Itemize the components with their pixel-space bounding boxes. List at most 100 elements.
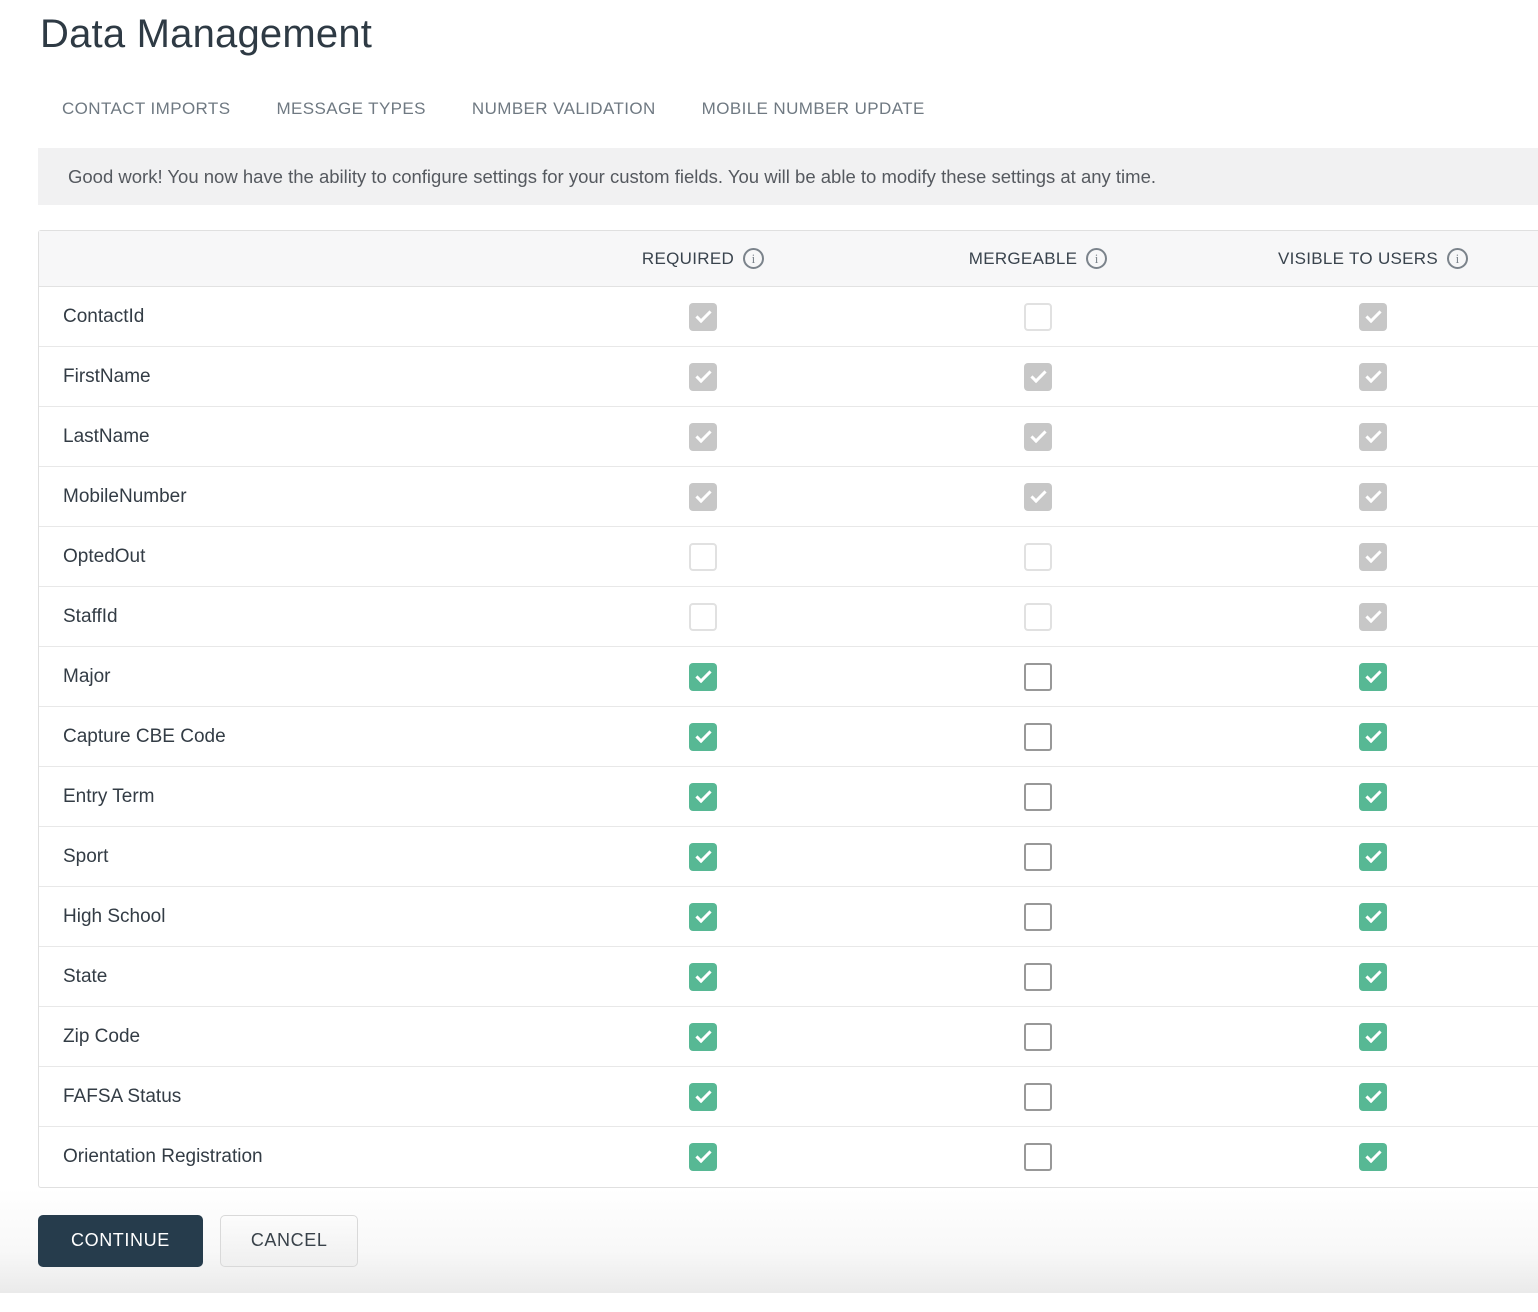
- visible-checkbox[interactable]: [1359, 902, 1387, 931]
- info-icon[interactable]: i: [743, 248, 765, 269]
- visible-cell: [1208, 1022, 1538, 1051]
- required-checkbox[interactable]: [689, 662, 717, 691]
- checkmark-icon: [694, 966, 712, 983]
- required-cell: [538, 542, 868, 571]
- tab-number-validation[interactable]: NUMBER VALIDATION: [472, 99, 656, 119]
- tab-bar: CONTACT IMPORTS MESSAGE TYPES NUMBER VAL…: [62, 99, 1538, 119]
- mergeable-checkbox[interactable]: [1024, 1143, 1052, 1171]
- visible-checkbox[interactable]: [1359, 782, 1387, 811]
- required-checkbox: [689, 302, 717, 331]
- mergeable-checkbox[interactable]: [1024, 782, 1052, 811]
- tab-mobile-number-update[interactable]: MOBILE NUMBER UPDATE: [702, 99, 925, 119]
- visible-cell: [1208, 602, 1538, 631]
- field-name-label: Major: [63, 665, 111, 687]
- visible-cell: [1208, 482, 1538, 511]
- visible-cell: [1208, 662, 1538, 691]
- field-name-label: OptedOut: [63, 545, 146, 567]
- visible-cell: [1208, 722, 1538, 751]
- required-checkbox: [689, 602, 717, 631]
- required-checkbox[interactable]: [689, 1022, 717, 1051]
- checkmark-icon: [694, 906, 712, 923]
- checkmark-icon: [1364, 666, 1382, 683]
- visible-checkbox[interactable]: [1359, 722, 1387, 751]
- column-label-mergeable: MERGEABLE: [968, 248, 1078, 268]
- required-cell: [538, 362, 868, 391]
- info-icon[interactable]: i: [1086, 248, 1108, 269]
- required-checkbox: [689, 422, 717, 451]
- visible-checkbox[interactable]: [1359, 1082, 1387, 1111]
- checkmark-icon: [1029, 486, 1047, 503]
- cancel-button[interactable]: CANCEL: [219, 1214, 359, 1267]
- required-checkbox[interactable]: [689, 842, 717, 871]
- visible-checkbox[interactable]: [1359, 842, 1387, 871]
- checkmark-icon: [1364, 846, 1382, 863]
- checkmark-icon: [1364, 366, 1382, 383]
- visible-cell: [1208, 542, 1538, 571]
- mergeable-checkbox[interactable]: [1024, 1022, 1052, 1051]
- tab-contact-imports[interactable]: CONTACT IMPORTS: [62, 99, 230, 119]
- required-checkbox[interactable]: [689, 782, 717, 811]
- required-checkbox: [689, 482, 717, 511]
- required-checkbox[interactable]: [689, 1082, 717, 1111]
- table-row: LastName: [39, 407, 1538, 467]
- mergeable-checkbox[interactable]: [1024, 842, 1052, 871]
- page-title: Data Management: [40, 12, 373, 56]
- field-name-label: Entry Term: [63, 785, 155, 807]
- mergeable-checkbox: [1024, 602, 1052, 631]
- required-cell: [538, 1082, 868, 1111]
- required-checkbox[interactable]: [689, 1143, 717, 1171]
- required-cell: [538, 1022, 868, 1051]
- visible-checkbox: [1359, 302, 1387, 331]
- required-cell: [538, 422, 868, 451]
- table-row: ContactId: [39, 287, 1538, 347]
- column-header-visible-to-users: VISIBLE TO USERS i: [1208, 248, 1538, 269]
- checkmark-icon: [1364, 786, 1382, 803]
- mergeable-checkbox[interactable]: [1024, 902, 1052, 931]
- checkmark-icon: [694, 726, 712, 743]
- visible-checkbox[interactable]: [1359, 662, 1387, 691]
- column-header-mergeable: MERGEABLE i: [868, 248, 1208, 269]
- required-checkbox[interactable]: [689, 722, 717, 751]
- mergeable-checkbox: [1024, 362, 1052, 391]
- mergeable-cell: [868, 602, 1208, 631]
- table-row: Zip Code: [39, 1007, 1538, 1067]
- visible-checkbox[interactable]: [1359, 1143, 1387, 1171]
- required-checkbox[interactable]: [689, 962, 717, 991]
- field-name-label: State: [63, 965, 108, 987]
- visible-checkbox: [1359, 362, 1387, 391]
- mergeable-cell: [868, 302, 1208, 331]
- field-name-label: LastName: [63, 425, 150, 447]
- table-header-row: REQUIRED i MERGEABLE i VISIBLE TO USERS …: [39, 231, 1538, 287]
- table-row: Capture CBE Code: [39, 707, 1538, 767]
- field-name-label: Sport: [63, 845, 109, 867]
- column-label-required: REQUIRED: [641, 248, 735, 268]
- checkmark-icon: [694, 1146, 712, 1164]
- visible-checkbox[interactable]: [1359, 1022, 1387, 1051]
- checkmark-icon: [694, 846, 712, 863]
- checkmark-icon: [1364, 906, 1382, 923]
- mergeable-cell: [868, 842, 1208, 871]
- mergeable-checkbox[interactable]: [1024, 1082, 1052, 1111]
- mergeable-checkbox: [1024, 542, 1052, 571]
- mergeable-checkbox[interactable]: [1024, 722, 1052, 751]
- checkmark-icon: [1364, 306, 1382, 323]
- checkmark-icon: [1364, 546, 1382, 563]
- visible-cell: [1208, 302, 1538, 331]
- field-name-label: Zip Code: [63, 1025, 141, 1047]
- required-checkbox[interactable]: [689, 902, 717, 931]
- checkmark-icon: [1029, 366, 1047, 383]
- table-row: Entry Term: [39, 767, 1538, 827]
- required-cell: [538, 962, 868, 991]
- continue-button[interactable]: CONTINUE: [38, 1214, 203, 1267]
- required-cell: [538, 1143, 868, 1171]
- required-cell: [538, 482, 868, 511]
- mergeable-checkbox[interactable]: [1024, 962, 1052, 991]
- visible-checkbox[interactable]: [1359, 962, 1387, 991]
- table-row: Sport: [39, 827, 1538, 887]
- tab-message-types[interactable]: MESSAGE TYPES: [276, 99, 425, 119]
- info-icon[interactable]: i: [1447, 248, 1469, 269]
- mergeable-checkbox[interactable]: [1024, 662, 1052, 691]
- field-name-label: Orientation Registration: [63, 1146, 263, 1167]
- checkmark-icon: [1364, 606, 1382, 623]
- required-cell: [538, 902, 868, 931]
